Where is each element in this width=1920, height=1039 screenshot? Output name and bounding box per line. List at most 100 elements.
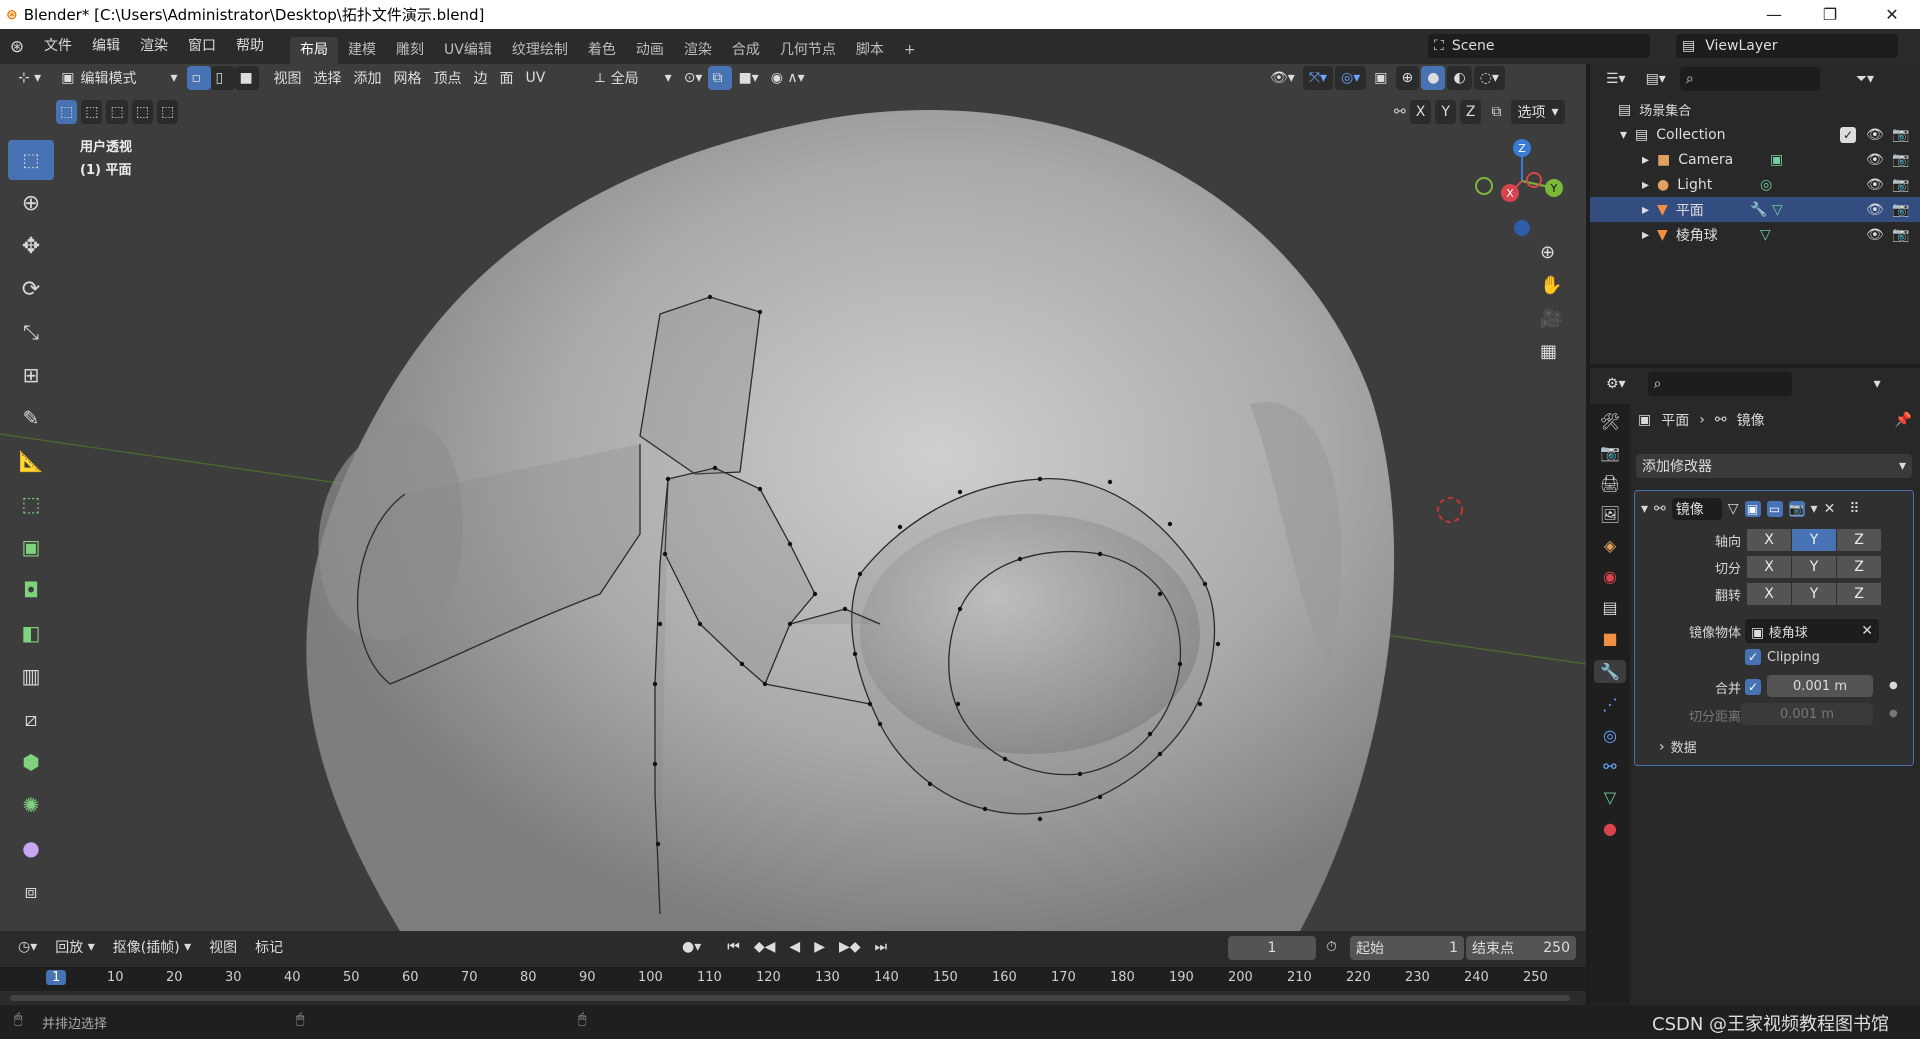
tool-tab-icon[interactable]: 🛠 (1600, 412, 1620, 431)
tab-shading[interactable]: 着色 (578, 37, 626, 64)
pivot-point-button[interactable]: ⊙▾ (678, 66, 709, 90)
visibility-eye-icon[interactable]: 👁 (1866, 202, 1884, 218)
menu-add[interactable]: 添加 (347, 66, 387, 90)
annotate-tool[interactable]: ✎ (8, 398, 54, 438)
prev-keyframe-button[interactable]: ◆◀ (747, 935, 782, 959)
vertex-select-button[interactable]: ▫ (187, 66, 212, 90)
visibility-icon[interactable]: 👁▾ (1264, 66, 1301, 90)
edge-select-button[interactable]: ▯ (211, 66, 236, 90)
render-toggle[interactable]: 📷 (1788, 501, 1805, 517)
properties-editor-icon[interactable]: ⚙▾ (1600, 372, 1632, 396)
outliner-editor-icon[interactable]: ☰▾ (1600, 67, 1632, 91)
snap-target-button[interactable]: ■▾ (732, 66, 764, 90)
auto-merge-icon[interactable]: ⧉ (1491, 104, 1501, 120)
outliner-item-sphere[interactable]: ▸ ▼ 棱角球 ▽ 👁 📷 (1590, 222, 1920, 247)
menu-timeline-view[interactable]: 视图 (203, 935, 243, 959)
knife-tool[interactable]: ⧄ (8, 699, 54, 739)
pan-hand-icon[interactable]: ✋ (1540, 275, 1562, 296)
bisect-x-button[interactable]: X (1747, 556, 1791, 578)
visibility-eye-icon[interactable]: 👁 (1866, 127, 1884, 143)
menu-vertex[interactable]: 顶点 (427, 66, 467, 90)
subtract-selection-icon[interactable]: ⬚ (106, 100, 128, 124)
data-subpanel[interactable]: › 数据 (1659, 737, 1697, 757)
edit-mode-toggle[interactable]: ▣ (1744, 501, 1761, 517)
mesh-data-tab-icon[interactable]: ▽ (1604, 788, 1616, 807)
expand-icon[interactable]: ▾ (1620, 127, 1627, 143)
pin-icon[interactable]: 📌 (1895, 412, 1912, 428)
visibility-eye-icon[interactable]: 👁 (1866, 177, 1884, 193)
outliner-item-camera[interactable]: ▸ ■ Camera ▣ 👁 📷 (1590, 147, 1920, 172)
frame-ruler[interactable]: 1 10 20 30 40 50 60 70 80 90 100 110 120 130 140 150 160… (0, 967, 1586, 991)
menu-keying[interactable]: 抠像(插帧) ▾ (107, 935, 197, 959)
mode-selector[interactable]: ▣ 编辑模式 ▾ (55, 66, 183, 90)
tab-rendering[interactable]: 渲染 (674, 37, 722, 64)
material-shading-button[interactable]: ◐ (1447, 66, 1472, 90)
mirror-y-button[interactable]: Y (1435, 100, 1456, 124)
spin-tool[interactable]: ✺ (8, 785, 54, 825)
cursor-tool[interactable]: ⊕ (8, 183, 54, 223)
outliner-collection-row[interactable]: ▾ ▤ Collection ✓ 👁 📷 (1590, 122, 1920, 147)
rendered-shading-button[interactable]: ◌▾ (1473, 66, 1505, 90)
expand-icon[interactable]: ▸ (1642, 152, 1649, 168)
flip-z-button[interactable]: Z (1837, 583, 1881, 605)
mirror-x-button[interactable]: X (1409, 100, 1432, 124)
view-layer-tab-icon[interactable]: 🖼 (1600, 505, 1620, 524)
menu-window[interactable]: 窗口 (178, 29, 226, 64)
world-tab-icon[interactable]: ◉ (1603, 567, 1617, 586)
bisect-distance-field[interactable]: 0.001 m (1741, 703, 1873, 725)
tab-geometry-nodes[interactable]: 几何节点 (770, 37, 846, 64)
scene-tab-icon[interactable]: ◈ (1604, 536, 1616, 555)
zoom-icon[interactable]: ⊕ (1540, 242, 1562, 263)
menu-uv[interactable]: UV (519, 66, 551, 90)
minimize-button[interactable]: — (1746, 0, 1802, 29)
blender-menu-icon[interactable]: ⊛ (0, 37, 34, 57)
clipping-checkbox[interactable]: ✓ (1745, 649, 1761, 665)
options-dropdown[interactable]: 选项 ▾ (1511, 100, 1565, 124)
remove-modifier-icon[interactable]: ✕ (1824, 501, 1836, 517)
menu-face[interactable]: 面 (493, 66, 519, 90)
viewlayer-selector[interactable]: ▤ ViewLayer (1676, 34, 1898, 58)
particles-tab-icon[interactable]: ⋰ (1602, 695, 1618, 714)
axis-x-button[interactable]: X (1747, 529, 1791, 551)
viewport-scene[interactable] (0, 64, 1586, 931)
collapse-icon[interactable]: ▾ (1641, 501, 1648, 517)
tab-animation[interactable]: 动画 (626, 37, 674, 64)
3d-cursor-icon[interactable] (1437, 497, 1463, 523)
add-workspace-icon[interactable]: + (894, 37, 926, 64)
visibility-eye-icon[interactable]: 👁 (1866, 227, 1884, 243)
render-camera-icon[interactable]: 📷 (1892, 127, 1909, 143)
outliner-scene-collection[interactable]: ▤ 场景集合 (1590, 97, 1920, 122)
xray-toggle[interactable]: ▣ (1368, 66, 1393, 90)
menu-select[interactable]: 选择 (307, 66, 347, 90)
filter-icon[interactable]: ⏷▾ (1850, 67, 1880, 91)
inset-tool[interactable]: ◘ (8, 570, 54, 610)
smooth-tool[interactable]: ● (8, 828, 54, 868)
loop-cut-tool[interactable]: ▥ (8, 656, 54, 696)
perspective-grid-icon[interactable]: ▦ (1540, 341, 1562, 362)
expand-icon[interactable]: ▸ (1642, 227, 1649, 243)
extrude-tool[interactable]: ▣ (8, 527, 54, 567)
bisect-y-button[interactable]: Y (1792, 556, 1836, 578)
tab-compositing[interactable]: 合成 (722, 37, 770, 64)
tab-modeling[interactable]: 建模 (338, 37, 386, 64)
visibility-eye-icon[interactable]: 👁 (1866, 152, 1884, 168)
add-cube-tool[interactable]: ⬚ (8, 484, 54, 524)
expand-icon[interactable]: ▸ (1642, 177, 1649, 193)
select-box-tool[interactable]: ⬚ (8, 140, 54, 180)
clock-icon[interactable]: ⏱ (1326, 939, 1337, 955)
menu-playback[interactable]: 回放 ▾ (49, 935, 100, 959)
3d-viewport[interactable]: ⊹ ▾ ▣ 编辑模式 ▾ ▫ ▯ ■ 视图 选择 添加 网格 顶点 边 面 UV… (0, 64, 1586, 931)
current-frame-field[interactable]: 1 (1228, 936, 1316, 960)
viewport-toggle[interactable]: ▭ (1766, 501, 1783, 517)
menu-mesh[interactable]: 网格 (387, 66, 427, 90)
jump-start-button[interactable]: ⏮ (721, 935, 746, 959)
new-selection-icon[interactable]: ⬚ (56, 100, 78, 124)
extend-selection-icon[interactable]: ⬚ (81, 100, 103, 124)
physics-tab-icon[interactable]: ◎ (1603, 726, 1617, 745)
scale-tool[interactable]: ⤡ (8, 312, 54, 352)
menu-file[interactable]: 文件 (34, 29, 82, 64)
render-tab-icon[interactable]: 📷 (1600, 443, 1620, 462)
menu-render[interactable]: 渲染 (130, 29, 178, 64)
material-tab-icon[interactable]: ● (1603, 819, 1617, 838)
timeline-editor-icon[interactable]: ◷▾ (12, 935, 43, 959)
